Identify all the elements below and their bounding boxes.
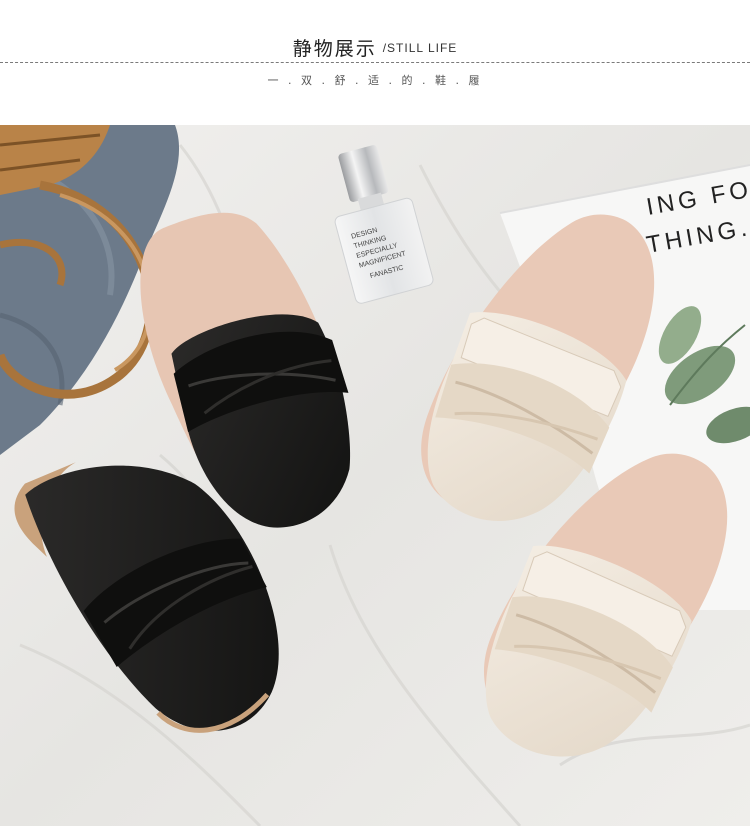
section-title: 静物展示 [292,38,377,60]
dashed-divider [0,62,750,63]
title-row: 静物展示/STILL LIFE [0,34,750,61]
section-title-en: /STILL LIFE [382,40,458,55]
section-subtitle: 一 . 双 . 舒 . 适 . 的 . 鞋 . 履 [267,74,483,87]
page-header: 静物展示/STILL LIFE 一 . 双 . 舒 . 适 . 的 . 鞋 . … [0,0,750,125]
still-life-photo: ING FOR THING. DESIGN THINKING ESPECIALL… [0,125,750,826]
still-life-illustration: ING FOR THING. DESIGN THINKING ESPECIALL… [0,125,750,826]
